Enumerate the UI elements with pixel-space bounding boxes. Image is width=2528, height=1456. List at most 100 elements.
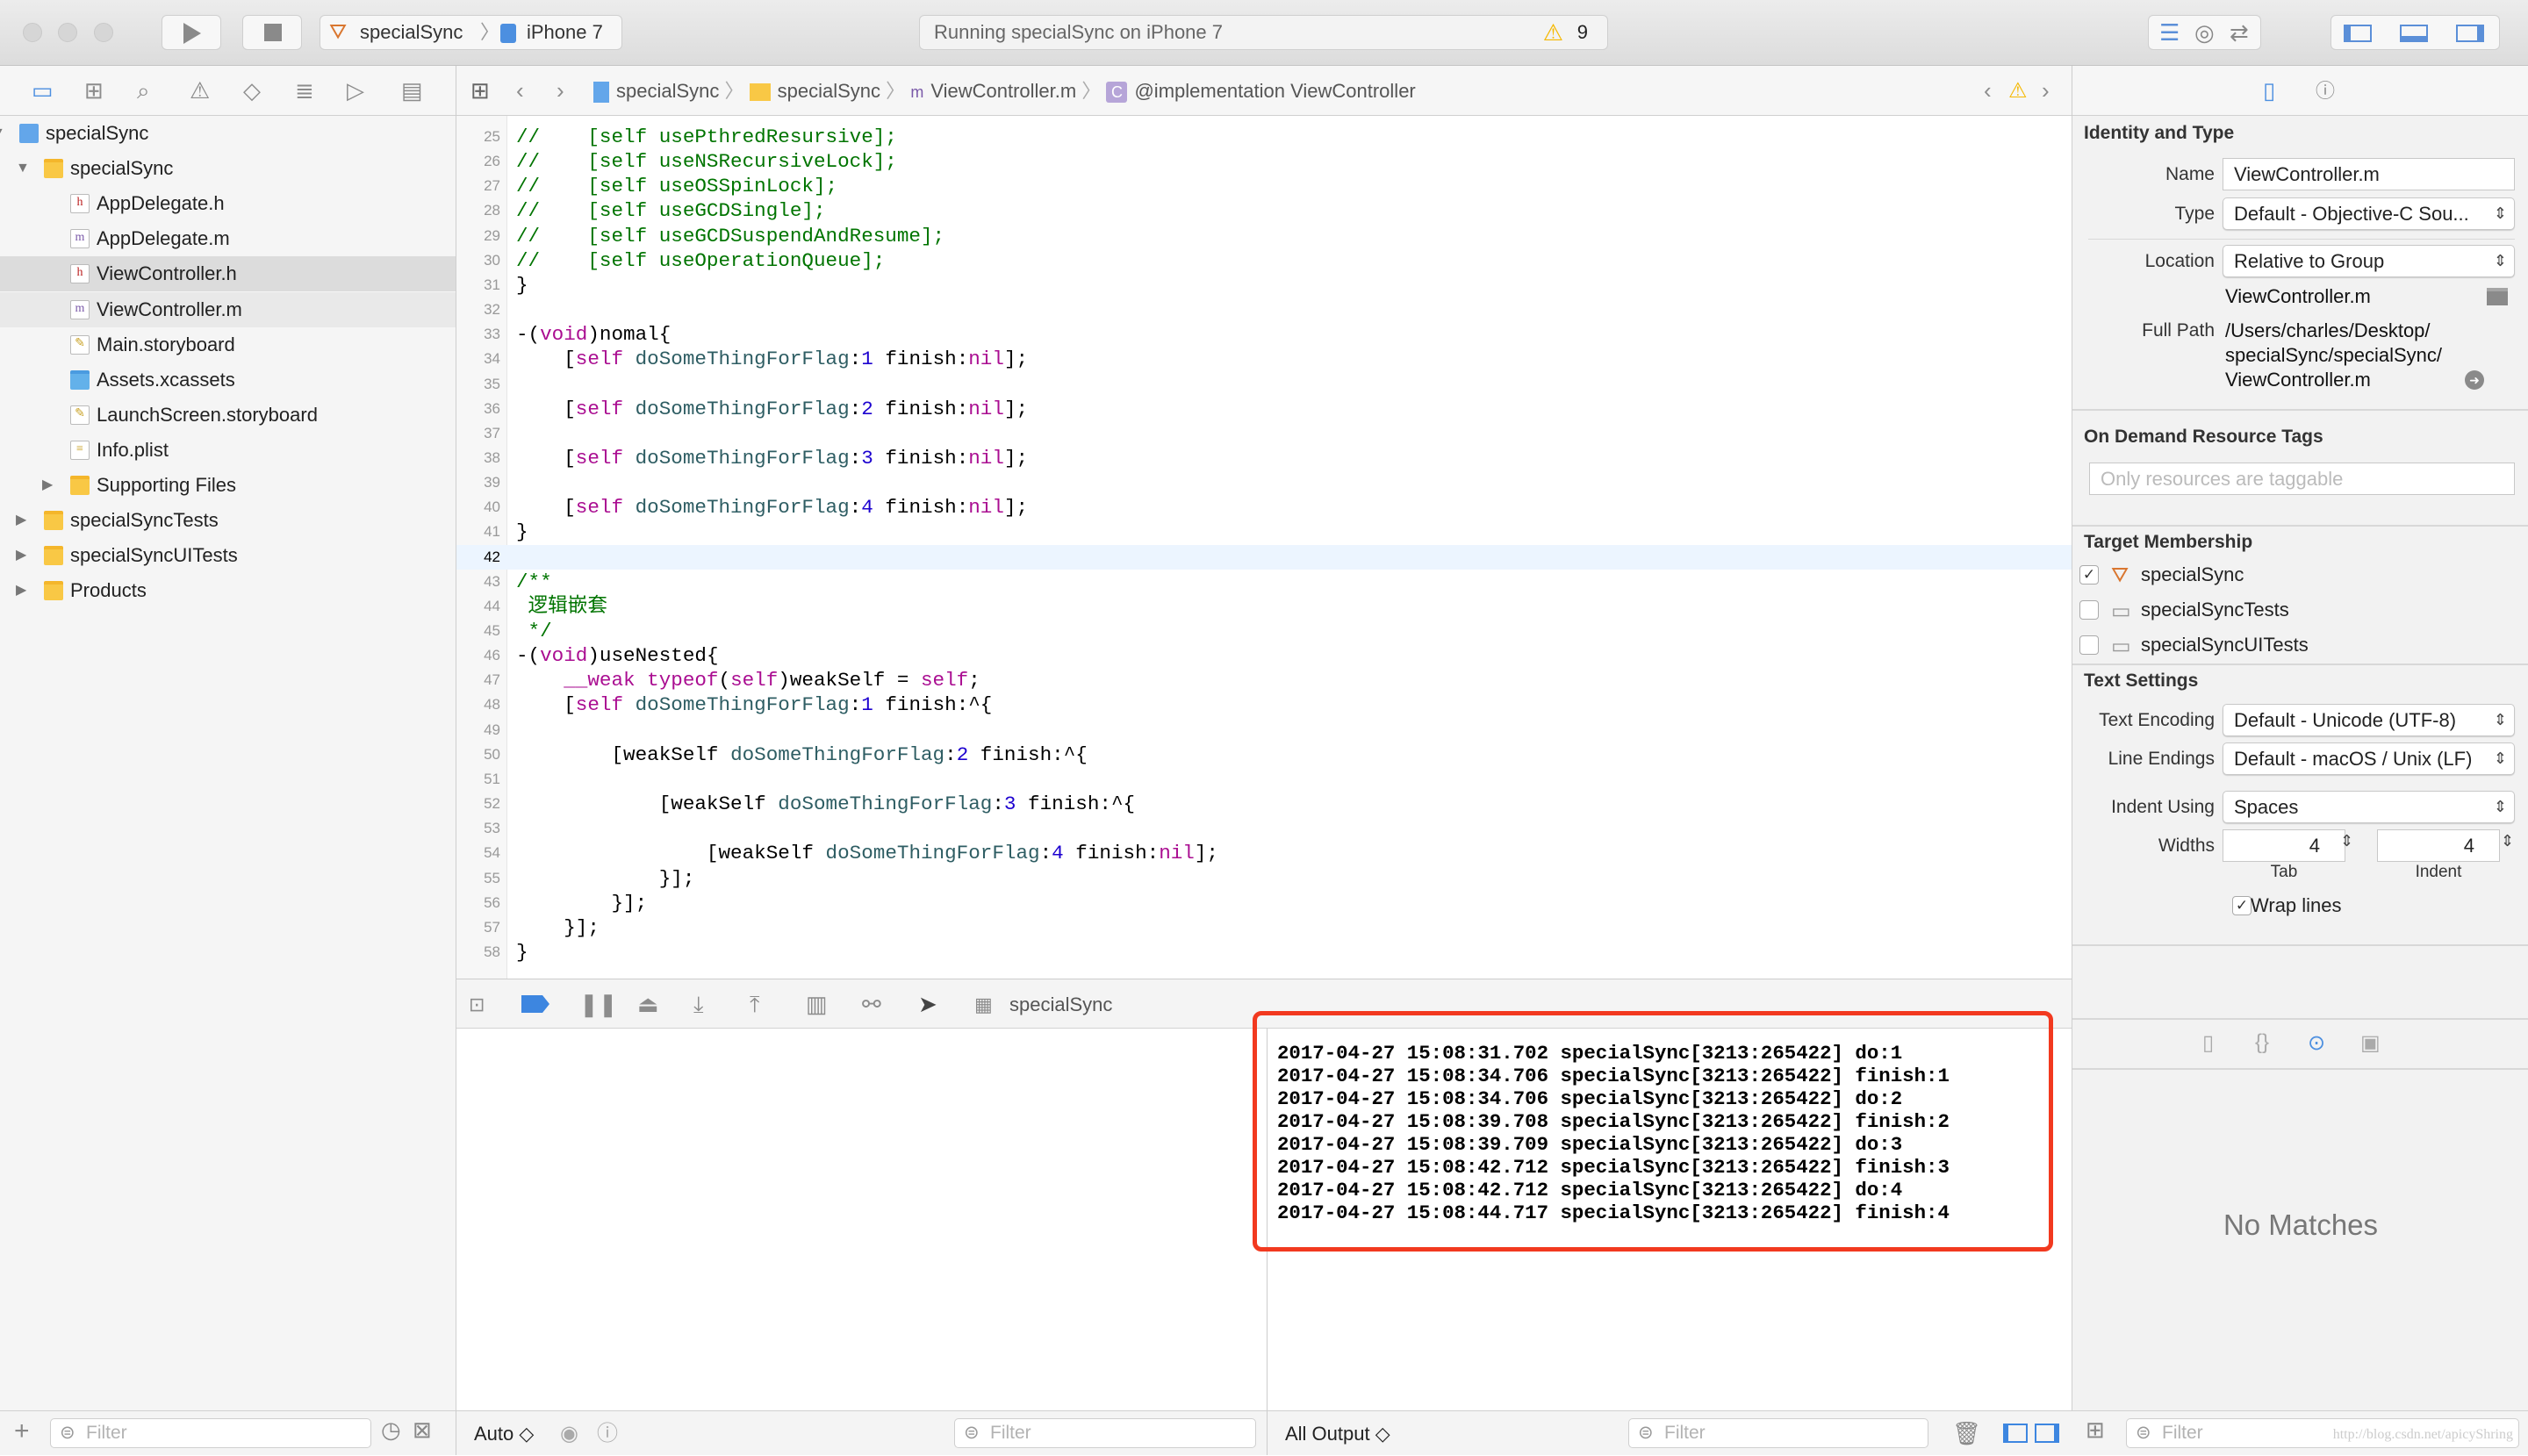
reveal-folder-icon[interactable] xyxy=(2487,288,2508,305)
console-output-select[interactable]: All Output ◇ xyxy=(1285,1411,1390,1456)
code-line[interactable]: 51 xyxy=(456,767,2072,792)
navigator-item[interactable]: ✎ LaunchScreen.storyboard xyxy=(0,398,456,433)
step-over-icon[interactable]: ⏏ xyxy=(637,979,659,1029)
stepper-icon[interactable]: ⇕ xyxy=(2340,832,2353,850)
eye-icon[interactable]: ◉ xyxy=(560,1411,578,1456)
memory-graph-icon[interactable]: ⚯ xyxy=(862,979,881,1029)
variables-filter-input[interactable]: ⊜ Filter xyxy=(954,1418,1256,1448)
issue-navigator-icon[interactable]: ⚠ xyxy=(190,66,210,116)
run-button[interactable] xyxy=(162,15,221,50)
breadcrumb-item[interactable]: specialSync xyxy=(778,80,880,102)
navigator-item[interactable]: m ViewController.m xyxy=(0,291,456,327)
project-navigator-icon[interactable]: ▭ xyxy=(32,66,54,116)
indent-width-stepper[interactable]: 4 xyxy=(2377,829,2500,862)
navigator-item[interactable]: ✎ Main.storyboard xyxy=(0,327,456,362)
indent-using-select[interactable]: Spaces ⇕ xyxy=(2223,791,2515,823)
line-endings-select[interactable]: Default - macOS / Unix (LF) ⇕ xyxy=(2223,742,2515,775)
code-line[interactable]: 38 [self doSomeThingForFlag:3 finish:nil… xyxy=(456,446,2072,470)
toggle-debug-area-icon[interactable] xyxy=(2400,25,2428,42)
code-line[interactable]: 52 [weakSelf doSomeThingForFlag:3 finish… xyxy=(456,792,2072,816)
code-line[interactable]: 46 -(void)useNested{ xyxy=(456,643,2072,668)
disclosure-closed-icon[interactable]: ▶ xyxy=(42,468,53,503)
navigator-item[interactable]: ≡ Info.plist xyxy=(0,433,456,468)
add-icon[interactable]: + xyxy=(14,1417,30,1446)
close-window-button[interactable] xyxy=(23,23,42,42)
code-line[interactable]: 56 }]; xyxy=(456,891,2072,915)
previous-issue-icon[interactable]: ‹ xyxy=(1984,66,1992,116)
show-console-icon[interactable] xyxy=(2035,1424,2059,1443)
file-template-library-icon[interactable]: ▯ xyxy=(2202,1030,2214,1056)
code-line[interactable]: 45 */ xyxy=(456,619,2072,643)
code-line[interactable]: 31} xyxy=(456,273,2072,298)
standard-editor-icon[interactable]: ☰ xyxy=(2159,16,2180,49)
code-line[interactable]: 49 xyxy=(456,718,2072,742)
disclosure-closed-icon[interactable]: ▶ xyxy=(16,503,26,538)
report-navigator-icon[interactable]: ▤ xyxy=(401,66,423,116)
wrap-lines-checkbox[interactable]: ✓ xyxy=(2232,896,2252,915)
step-out-icon[interactable]: ⤒ xyxy=(750,979,760,1029)
navigator-item[interactable]: Assets.xcassets xyxy=(0,362,456,398)
breakpoints-toggle-icon[interactable] xyxy=(521,995,549,1013)
stepper-icon[interactable]: ⇕ xyxy=(2501,832,2514,850)
odr-tags-input[interactable]: Only resources are taggable xyxy=(2089,463,2515,495)
minimize-window-button[interactable] xyxy=(58,23,77,42)
media-library-icon[interactable]: ▣ xyxy=(2360,1030,2381,1056)
navigator-item[interactable]: ▶ Supporting Files xyxy=(0,468,456,503)
code-line[interactable]: 55 }]; xyxy=(456,866,2072,891)
hide-debug-area-icon[interactable]: ⊡ xyxy=(469,979,485,1029)
view-hierarchy-icon[interactable]: ▥ xyxy=(806,979,828,1029)
code-line[interactable]: 43 /** xyxy=(456,570,2072,594)
source-editor[interactable]: 25 // [self usePthredResursive]; 26 // [sel… xyxy=(456,116,2072,979)
process-name[interactable]: specialSync xyxy=(1009,979,1112,1029)
device-name[interactable]: iPhone 7 xyxy=(527,16,603,49)
breakpoint-navigator-icon[interactable]: ▷ xyxy=(347,66,364,116)
name-field[interactable]: ViewController.m xyxy=(2223,158,2515,190)
symbol-navigator-icon[interactable]: ⊞ xyxy=(84,66,104,116)
assistant-editor-icon[interactable]: ◎ xyxy=(2194,16,2215,49)
target-checkbox[interactable]: ✓ xyxy=(2079,565,2099,585)
code-line[interactable]: 58} xyxy=(456,940,2072,965)
breadcrumb-item[interactable]: ViewController.m xyxy=(930,80,1076,102)
pause-icon[interactable]: ❚❚ xyxy=(579,979,618,1029)
code-line[interactable]: 32 xyxy=(456,298,2072,322)
code-line[interactable]: 41} xyxy=(456,520,2072,544)
code-line[interactable]: 34 [self doSomeThingForFlag:1 finish:nil… xyxy=(456,347,2072,371)
location-select[interactable]: Relative to Group ⇕ xyxy=(2223,245,2515,277)
disclosure-closed-icon[interactable]: ▶ xyxy=(16,538,26,573)
navigator-item[interactable]: ▼ specialSync xyxy=(0,151,456,186)
code-line[interactable]: 40 [self doSomeThingForFlag:4 finish:nil… xyxy=(456,495,2072,520)
code-line[interactable]: 53 xyxy=(456,816,2072,841)
tab-width-stepper[interactable]: 4 xyxy=(2223,829,2345,862)
code-line[interactable]: 48 [self doSomeThingForFlag:1 finish:^{ xyxy=(456,692,2072,717)
variables-view[interactable] xyxy=(456,1029,1268,1410)
forward-icon[interactable]: › xyxy=(557,66,564,116)
breadcrumb-item[interactable]: @implementation ViewController xyxy=(1134,80,1415,102)
disclosure-open-icon[interactable]: ▼ xyxy=(0,116,5,151)
toggle-navigator-icon[interactable] xyxy=(2344,25,2372,42)
reveal-in-finder-icon[interactable]: ➜ xyxy=(2465,370,2484,390)
target-checkbox[interactable] xyxy=(2079,600,2099,620)
navigator-item[interactable]: ▶ Products xyxy=(0,573,456,608)
related-items-icon[interactable]: ⊞ xyxy=(470,66,490,116)
code-line[interactable]: 35 xyxy=(456,372,2072,397)
code-line[interactable]: 50 [weakSelf doSomeThingForFlag:2 finish… xyxy=(456,742,2072,767)
back-icon[interactable]: ‹ xyxy=(516,66,524,116)
info-icon[interactable]: ⓘ xyxy=(597,1411,618,1456)
code-line[interactable]: 26 // [self useNSRecursiveLock]; xyxy=(456,149,2072,174)
find-navigator-icon[interactable]: ⌕ xyxy=(137,66,150,116)
simulate-location-icon[interactable]: ➤ xyxy=(918,979,937,1029)
navigator-item[interactable]: m AppDelegate.m xyxy=(0,221,456,256)
code-line[interactable]: 25 // [self usePthredResursive]; xyxy=(456,125,2072,149)
object-library-icon[interactable]: ⊙ xyxy=(2308,1030,2325,1056)
next-issue-icon[interactable]: › xyxy=(2042,66,2050,116)
code-line[interactable]: 27 // [self useOSSpinLock]; xyxy=(456,174,2072,198)
code-line[interactable]: 42 xyxy=(456,544,2072,570)
code-snippet-library-icon[interactable]: {} xyxy=(2255,1030,2269,1055)
navigator-filter-input[interactable]: ⊜ Filter xyxy=(50,1418,371,1448)
target-checkbox[interactable] xyxy=(2079,635,2099,655)
code-line[interactable]: 54 [weakSelf doSomeThingForFlag:4 finish… xyxy=(456,841,2072,865)
breadcrumb-item[interactable]: specialSync xyxy=(616,80,719,102)
stop-button[interactable] xyxy=(242,15,302,50)
navigator-item[interactable]: ▼ specialSync xyxy=(0,116,456,151)
show-variables-icon[interactable] xyxy=(2003,1424,2028,1443)
